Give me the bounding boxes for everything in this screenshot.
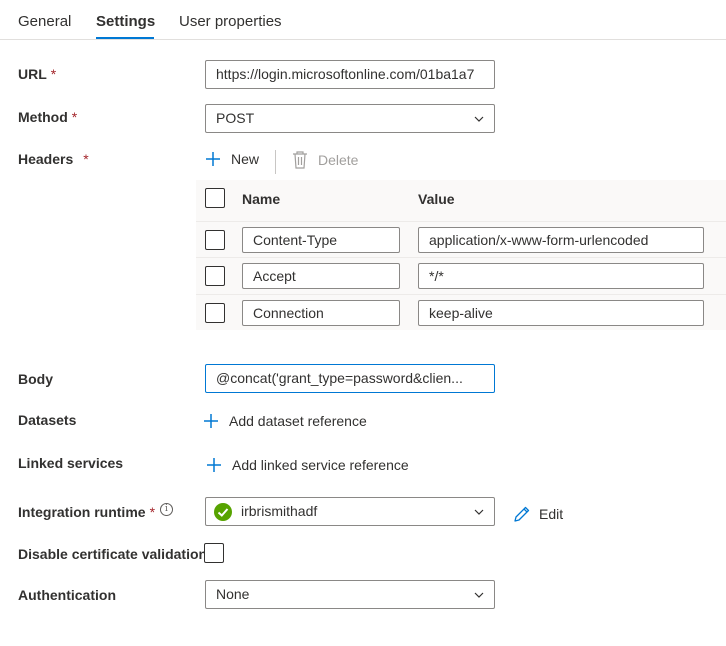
plus-icon [206,152,220,166]
chevron-down-icon [474,509,484,515]
integration-runtime-label: Integration runtime * [18,504,156,520]
chevron-down-icon [474,592,484,598]
header-row-checkbox[interactable] [205,303,225,323]
linked-services-label: Linked services [18,455,124,471]
select-all-headers-checkbox[interactable] [205,188,225,208]
add-dataset-reference-button[interactable]: Add dataset reference [203,413,367,429]
header-name-input[interactable]: Connection [242,300,400,326]
url-label: URL * [18,66,57,82]
info-icon[interactable]: i [160,503,173,516]
tab-settings[interactable]: Settings [96,13,155,30]
add-dataset-reference-label: Add dataset reference [229,413,367,429]
edit-label: Edit [539,506,564,522]
plus-icon [207,458,221,472]
url-input[interactable]: https://login.microsoftonline.com/01ba1a… [205,60,495,89]
disable-cert-label: Disable certificate validation [18,546,208,562]
tab-bar: General Settings User properties [0,0,726,40]
headers-label: Headers * [18,151,89,167]
header-row-checkbox[interactable] [205,230,225,250]
tab-user-properties[interactable]: User properties [179,13,282,30]
edit-integration-runtime-button[interactable]: Edit [513,505,563,523]
integration-runtime-value: irbrismithadf [241,503,318,519]
add-linked-service-reference-label: Add linked service reference [232,457,409,473]
delete-header-label: Delete [318,152,359,168]
tab-general[interactable]: General [18,13,71,30]
header-name-input[interactable]: Accept [242,263,400,289]
delete-header-button[interactable]: Delete [292,151,358,169]
authentication-label: Authentication [18,587,116,603]
header-value-input[interactable]: keep-alive [418,300,704,326]
new-header-button[interactable]: New [205,151,259,167]
row-divider [196,294,726,295]
column-header-name: Name [242,191,281,207]
body-input[interactable]: @concat('grant_type=password&clien... [205,364,495,393]
method-select[interactable]: POST [205,104,495,133]
command-divider [275,150,276,174]
header-value-input[interactable]: application/x-www-form-urlencoded [418,227,704,253]
plus-icon [204,414,218,428]
check-circle-icon [214,503,232,521]
header-value-input[interactable]: */* [418,263,704,289]
datasets-label: Datasets [18,412,77,428]
method-select-value: POST [216,110,255,126]
disable-cert-checkbox[interactable] [204,543,224,563]
add-linked-service-reference-button[interactable]: Add linked service reference [206,457,409,473]
header-name-input[interactable]: Content-Type [242,227,400,253]
trash-icon [293,151,307,169]
method-label: Method * [18,109,78,125]
row-divider [196,221,726,222]
active-tab-indicator [96,37,154,39]
body-label: Body [18,371,53,387]
row-divider [196,257,726,258]
pencil-icon [514,506,530,522]
chevron-down-icon [474,116,484,122]
header-row-checkbox[interactable] [205,266,225,286]
column-header-value: Value [418,191,455,207]
new-header-label: New [231,151,260,167]
authentication-select-value: None [216,586,250,602]
integration-runtime-select[interactable]: irbrismithadf [205,497,495,526]
authentication-select[interactable]: None [205,580,495,609]
